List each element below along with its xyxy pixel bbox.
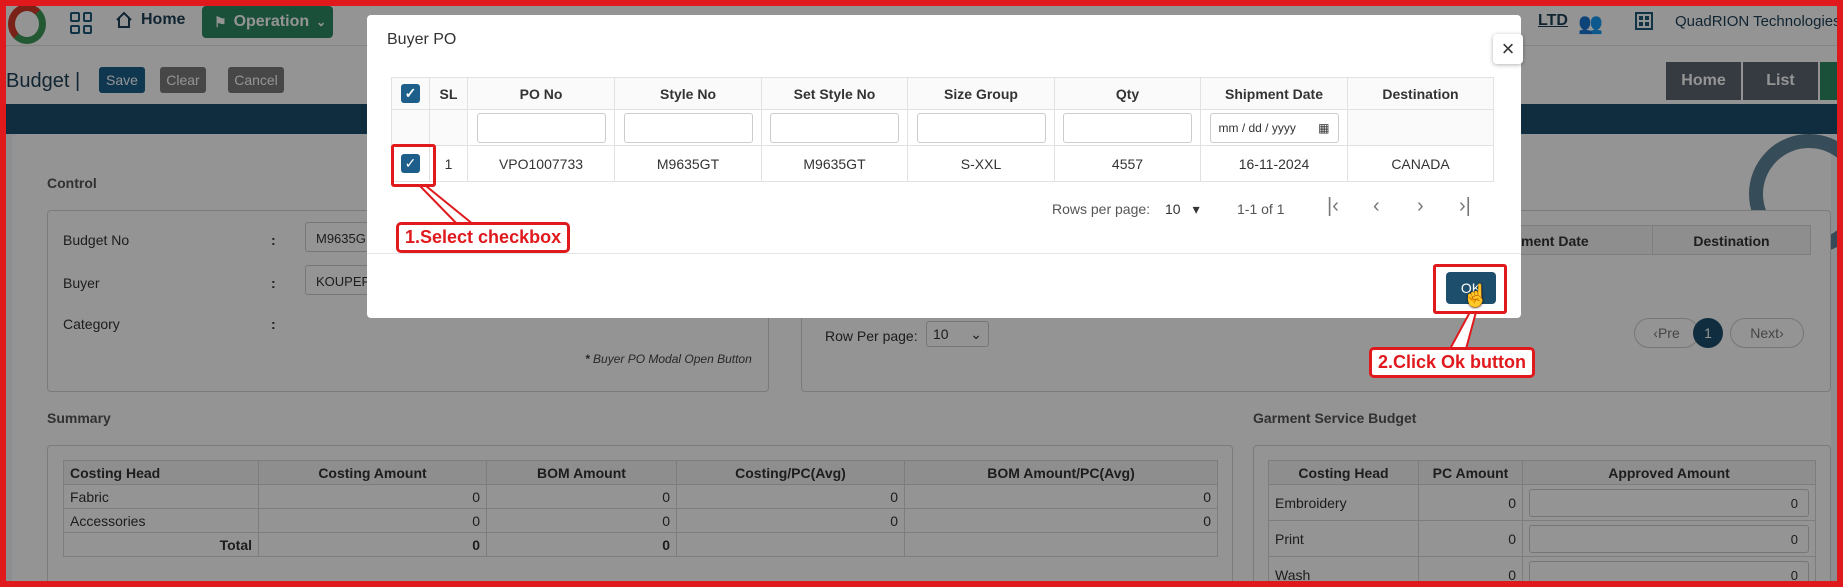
caret-down-icon: ▾ (1192, 201, 1200, 217)
filter-cell (391, 109, 430, 146)
date-placeholder: mm / dd / yyyy (1218, 120, 1296, 135)
next-page-icon[interactable]: › (1417, 195, 1424, 218)
checkbox-highlight (391, 144, 436, 187)
calendar-icon[interactable]: ▦ (1318, 121, 1329, 135)
filter-cell (1347, 109, 1494, 146)
filter-cell (467, 109, 615, 146)
filter-cell: mm / dd / yyyy ▦ (1200, 109, 1348, 146)
qty-filter-input[interactable] (1063, 112, 1192, 143)
table-cell: M9635GT (761, 145, 908, 182)
table-cell: VPO1007733 (467, 145, 615, 182)
prev-page-icon[interactable]: ‹ (1373, 195, 1380, 218)
select-all-checkbox[interactable]: ✓ (401, 84, 420, 103)
step2-callout: 2.Click Ok button (1369, 347, 1536, 378)
range-label: 1-1 of 1 (1237, 201, 1285, 217)
table-cell: M9635GT (614, 145, 762, 182)
header-cell: Set Style No (761, 77, 908, 110)
ok-button-highlight (1433, 264, 1507, 314)
filter-cell (761, 109, 908, 146)
filter-cell (429, 109, 468, 146)
rows-per-page-select[interactable]: 10 ▾ (1165, 201, 1200, 218)
step1-callout: 1.Select checkbox (396, 222, 571, 253)
first-page-icon[interactable]: |‹ (1327, 195, 1339, 218)
filter-cell (614, 109, 762, 146)
close-button[interactable]: × (1493, 34, 1523, 64)
table-cell: CANADA (1347, 145, 1494, 182)
table-cell: S-XXL (907, 145, 1055, 182)
header-cell: Size Group (907, 77, 1055, 110)
buyer-po-modal: Buyer PO × ✓ SL PO No Style No Set Style… (367, 15, 1523, 318)
header-cell: Shipment Date (1200, 77, 1348, 110)
table-cell: 4557 (1054, 145, 1201, 182)
filter-row: mm / dd / yyyy ▦ (391, 109, 1494, 146)
po-no-filter-input[interactable] (476, 112, 606, 143)
last-page-icon[interactable]: ›| (1459, 195, 1471, 218)
header-cell: PO No (467, 77, 615, 110)
rows-per-page-value: 10 (1165, 201, 1181, 217)
filter-cell (907, 109, 1055, 146)
header-checkbox-cell: ✓ (391, 77, 430, 110)
header-cell: Style No (614, 77, 762, 110)
buyer-po-table: ✓ SL PO No Style No Set Style No Size Gr… (391, 77, 1494, 182)
header-cell: SL (429, 77, 468, 110)
shipment-date-filter-input[interactable]: mm / dd / yyyy ▦ (1209, 112, 1339, 143)
app-background: Home ⚑ Operation ⌄ LTD 👥 QuadRION Techno… (0, 0, 1843, 587)
table-cell: 16-11-2024 (1200, 145, 1348, 182)
header-cell: Qty (1054, 77, 1201, 110)
header-cell: Destination (1347, 77, 1494, 110)
modal-title: Buyer PO (387, 31, 457, 48)
style-no-filter-input[interactable] (623, 112, 753, 143)
close-icon: × (1501, 36, 1515, 61)
set-style-no-filter-input[interactable] (770, 112, 899, 143)
size-group-filter-input[interactable] (916, 112, 1046, 143)
modal-footer-divider (367, 253, 1521, 254)
table-row[interactable]: ✓ 1 VPO1007733 M9635GT M9635GT S-XXL 455… (391, 145, 1494, 182)
rows-per-page-label: Rows per page: (1052, 201, 1151, 217)
filter-cell (1054, 109, 1201, 146)
